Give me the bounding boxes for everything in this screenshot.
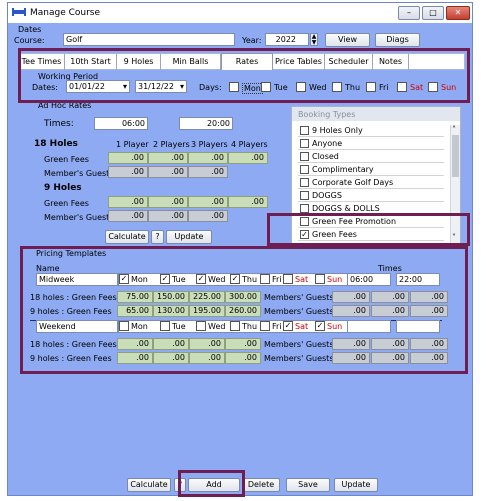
adhoc-18-green-4[interactable]: .00	[228, 152, 268, 164]
booking-type-label: Anyone	[312, 139, 343, 148]
course-field[interactable]: Golf	[63, 33, 235, 46]
list-item[interactable]: Anyone	[298, 138, 444, 150]
window-title: Manage Course	[30, 8, 101, 18]
adhoc-9-green-4[interactable]: .00	[228, 196, 268, 208]
booking-type-checkbox[interactable]	[300, 152, 309, 161]
booking-type-checkbox[interactable]	[300, 204, 309, 213]
booking-types-label: Booking Types	[298, 110, 356, 119]
booking-type-checkbox[interactable]	[300, 165, 309, 174]
booking-type-label: Complimentary	[312, 165, 374, 174]
booking-type-checkbox[interactable]	[300, 191, 309, 200]
list-item[interactable]: 9 Holes Only	[298, 125, 444, 137]
year-label: Year:	[242, 36, 262, 45]
list-item[interactable]: Corporate Golf Days	[298, 177, 444, 189]
highlight-pricing-box	[20, 246, 468, 374]
year-value: 2022	[275, 35, 296, 44]
list-item[interactable]: DOGGS	[298, 190, 444, 202]
highlight-booking-box	[267, 213, 470, 246]
save-button[interactable]: Save	[286, 478, 330, 492]
booking-type-label: 9 Holes Only	[312, 126, 363, 135]
adhoc-18-green-1[interactable]: .00	[108, 152, 148, 164]
booking-type-label: Closed	[312, 152, 339, 161]
adhoc-18-holes-label: 18 Holes	[34, 139, 78, 149]
adhoc-9-member-1[interactable]: .00	[108, 210, 148, 222]
header-1-player: 1 Player	[116, 140, 149, 149]
booking-type-label: DOGGS	[312, 191, 342, 200]
minimize-button[interactable]: –	[398, 6, 420, 20]
adhoc-calculate-button[interactable]: Calculate	[105, 230, 149, 244]
delete-button[interactable]: Delete	[242, 478, 280, 492]
adhoc-18-member-3[interactable]: .00	[188, 166, 228, 178]
list-item[interactable]: Complimentary	[298, 164, 444, 176]
adhoc-time-to[interactable]: 20:00	[179, 117, 233, 130]
adhoc-9-green-3[interactable]: .00	[188, 196, 228, 208]
adhoc-9-green-2[interactable]: .00	[148, 196, 188, 208]
app-icon	[12, 8, 26, 16]
adhoc-9-green-1[interactable]: .00	[108, 196, 148, 208]
scrollbar-thumb[interactable]	[452, 135, 459, 177]
highlight-add-box	[178, 470, 245, 497]
adhoc-9-member-3[interactable]: .00	[188, 210, 228, 222]
header-4-players: 4 Players	[231, 140, 268, 149]
dates-group-label: Dates	[18, 25, 42, 34]
adhoc-9-member-2[interactable]: .00	[148, 210, 188, 222]
adhoc-times-label: Times:	[44, 119, 74, 129]
year-field[interactable]: 2022	[265, 33, 309, 46]
maximize-button[interactable]: □	[422, 6, 444, 20]
header-3-players: 3 Players	[191, 140, 228, 149]
adhoc-time-from[interactable]: 06:00	[94, 117, 148, 130]
booking-type-checkbox[interactable]	[300, 139, 309, 148]
close-button[interactable]: ✕	[446, 6, 470, 20]
scroll-up-icon[interactable]: ˄	[452, 125, 456, 134]
bottom-update-button[interactable]: Update	[334, 478, 378, 492]
year-spinner-icon[interactable]: ▲ ▼	[310, 33, 318, 46]
adhoc-9-member-label: Member's Guest	[44, 213, 110, 222]
adhoc-update-button[interactable]: Update	[166, 230, 212, 244]
booking-type-label: Corporate Golf Days	[312, 178, 394, 187]
course-label: Course:	[14, 36, 45, 45]
adhoc-18-member-2[interactable]: .00	[148, 166, 188, 178]
adhoc-18-green-2[interactable]: .00	[148, 152, 188, 164]
adhoc-18-green-3[interactable]: .00	[188, 152, 228, 164]
adhoc-help-button[interactable]: ?	[151, 230, 164, 244]
adhoc-18-green-label: Green Fees	[44, 155, 89, 164]
title-bar: Manage Course – □ ✕	[8, 3, 472, 23]
highlight-tabs-box	[18, 48, 470, 103]
adhoc-18-member-1[interactable]: .00	[108, 166, 148, 178]
booking-type-checkbox[interactable]	[300, 178, 309, 187]
header-2-players: 2 Players	[153, 140, 190, 149]
manage-course-window: Manage Course – □ ✕ Dates Course: Golf Y…	[7, 2, 473, 497]
booking-type-checkbox[interactable]	[300, 126, 309, 135]
booking-types-header: Booking Types	[292, 107, 460, 121]
adhoc-9-holes-label: 9 Holes	[44, 183, 82, 193]
diags-button[interactable]: Diags	[375, 33, 420, 47]
adhoc-9-green-label: Green Fees	[44, 199, 89, 208]
adhoc-18-member-label: Member's Guest	[44, 169, 110, 178]
bottom-calculate-button[interactable]: Calculate	[127, 478, 171, 492]
view-button[interactable]: View	[325, 33, 370, 47]
list-item[interactable]: Closed	[298, 151, 444, 163]
